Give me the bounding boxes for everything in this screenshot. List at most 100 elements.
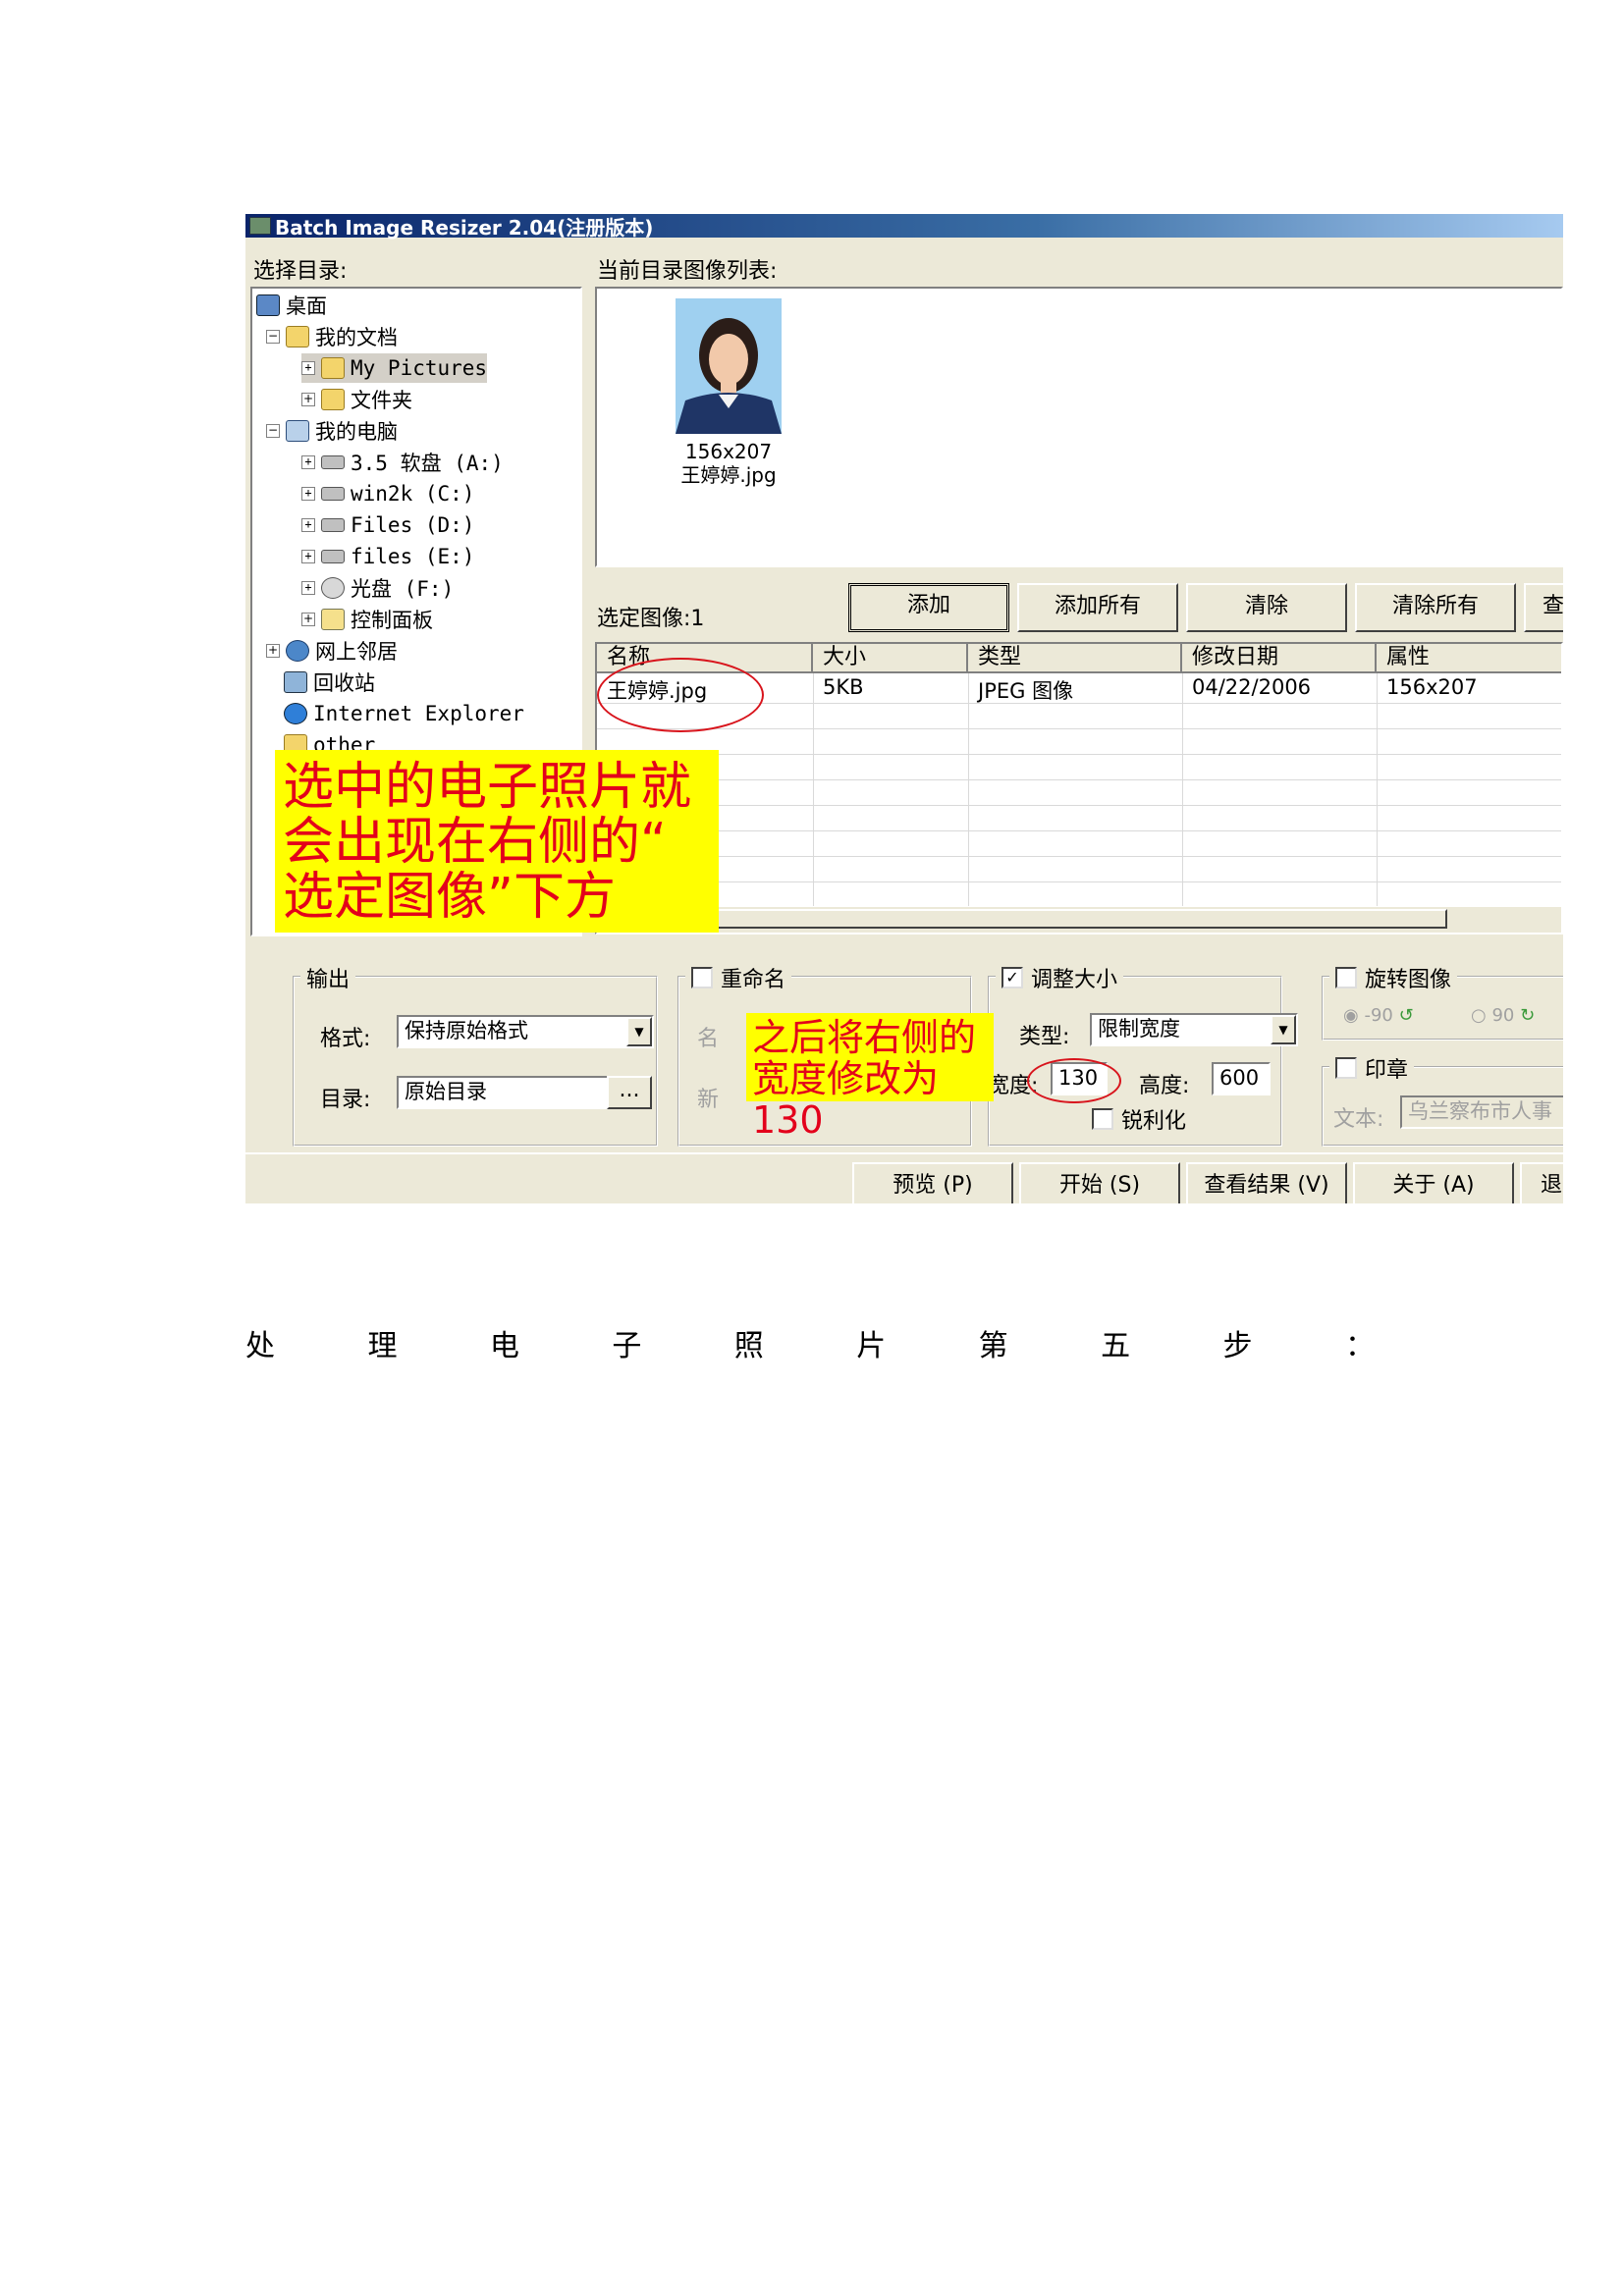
cdrom-icon xyxy=(321,577,345,599)
expand-icon[interactable]: + xyxy=(301,613,315,626)
expand-icon[interactable]: + xyxy=(301,581,315,595)
clear-button[interactable]: 清除 xyxy=(1186,583,1347,632)
rotate-option-label: -90 xyxy=(1364,1005,1393,1026)
rotate-group-title[interactable]: 旋转图像 xyxy=(1329,962,1458,993)
rotate-option-left[interactable]: ◉ -90 ↺ xyxy=(1343,1005,1414,1026)
view-button[interactable]: 查 xyxy=(1524,583,1563,632)
tree-item-recycle-bin[interactable]: 回收站 xyxy=(284,667,375,697)
rename-disabled-label: 新 xyxy=(697,1088,720,1112)
image-list-view[interactable]: 156x207 王婷婷.jpg xyxy=(595,287,1563,567)
ie-icon xyxy=(284,703,307,724)
expand-icon[interactable]: + xyxy=(301,361,315,375)
tree-item-drive-e[interactable]: + files (E:) xyxy=(301,542,474,571)
add-button[interactable]: 添加 xyxy=(848,583,1009,632)
resize-group: ✓ 调整大小 类型: 限制宽度 ▼ 宽度: 130 高度: 600 锐利化 xyxy=(988,962,1298,1147)
desktop-icon xyxy=(256,294,280,316)
collapse-icon[interactable]: − xyxy=(266,424,280,438)
grid-line xyxy=(1377,673,1378,909)
rotate-checkbox[interactable] xyxy=(1335,967,1357,988)
tree-item-label: 文件夹 xyxy=(351,389,412,412)
grid-line xyxy=(813,673,814,909)
rename-disabled-label: 名 xyxy=(697,1027,720,1051)
caption-char: 第 xyxy=(978,1329,1008,1363)
tree-item-ie[interactable]: Internet Explorer xyxy=(284,699,524,728)
browse-button[interactable]: ... xyxy=(607,1076,652,1109)
drive-icon xyxy=(321,550,345,563)
add-all-button[interactable]: 添加所有 xyxy=(1017,583,1178,632)
format-select[interactable]: 保持原始格式 ▼ xyxy=(397,1015,654,1048)
recycle-bin-icon xyxy=(284,671,307,693)
rotate-label: 旋转图像 xyxy=(1365,968,1452,992)
tree-item-my-documents[interactable]: − 我的文档 xyxy=(266,322,398,351)
floppy-icon xyxy=(321,455,345,469)
clear-all-button[interactable]: 清除所有 xyxy=(1355,583,1516,632)
rotate-group: 旋转图像 ◉ -90 ↺ ○ 90 ↻ xyxy=(1322,962,1563,1041)
highlight-ring xyxy=(597,658,764,732)
grid-line xyxy=(968,673,969,909)
tree-item-folder[interactable]: + 文件夹 xyxy=(301,385,412,414)
horizontal-scrollbar[interactable] xyxy=(597,906,1561,933)
expand-icon[interactable]: + xyxy=(301,487,315,501)
rotate-option-right[interactable]: ○ 90 ↻ xyxy=(1471,1005,1535,1026)
thumbnail[interactable] xyxy=(676,298,782,434)
expand-icon[interactable]: + xyxy=(301,455,315,469)
tree-item-floppy[interactable]: + 3.5 软盘 (A:) xyxy=(301,448,504,477)
annotation-line: 之后将右侧的 xyxy=(752,1016,977,1059)
column-header-attr[interactable]: 属性 xyxy=(1377,644,1561,673)
start-button[interactable]: 开始 (S) xyxy=(1019,1162,1180,1203)
sharpen-checkbox[interactable] xyxy=(1092,1108,1113,1130)
tree-item-network[interactable]: + 网上邻居 xyxy=(266,636,398,666)
stamp-text-input[interactable]: 乌兰察布市人事 xyxy=(1400,1095,1563,1129)
exit-button[interactable]: 退 xyxy=(1520,1162,1563,1203)
caption-char: 五 xyxy=(1101,1329,1131,1363)
sharpen-label: 锐利化 xyxy=(1121,1109,1187,1134)
grid-line xyxy=(597,728,1561,729)
tree-item-my-computer[interactable]: − 我的电脑 xyxy=(266,416,398,446)
chevron-down-icon[interactable]: ▼ xyxy=(626,1017,652,1046)
collapse-icon[interactable]: − xyxy=(266,330,280,344)
expand-icon[interactable]: + xyxy=(301,518,315,532)
resize-checkbox[interactable]: ✓ xyxy=(1001,967,1023,988)
rename-group-title[interactable]: 重命名 xyxy=(685,962,792,993)
chevron-down-icon[interactable]: ▼ xyxy=(1271,1015,1296,1044)
tree-item-cdrom[interactable]: + 光盘 (F:) xyxy=(301,573,454,603)
tree-item-control-panel[interactable]: + 控制面板 xyxy=(301,605,433,634)
tree-item-drive-c[interactable]: + win2k (C:) xyxy=(301,479,474,508)
output-group-title: 输出 xyxy=(300,962,356,993)
resize-group-title[interactable]: ✓ 调整大小 xyxy=(996,962,1124,993)
annotation-line: 选中的电子照片就 xyxy=(283,758,692,817)
expand-icon[interactable]: + xyxy=(301,393,315,406)
expand-icon[interactable]: + xyxy=(301,550,315,563)
app-icon xyxy=(249,217,271,235)
computer-icon xyxy=(286,420,309,442)
selected-images-table[interactable]: 名称 大小 类型 修改日期 属性 王婷婷.jpg 5KB JPEG 图像 04/… xyxy=(595,642,1563,934)
column-header-date[interactable]: 修改日期 xyxy=(1182,644,1377,673)
dir-label: 目录: xyxy=(320,1088,371,1112)
title-bar[interactable]: Batch Image Resizer 2.04(注册版本) xyxy=(245,214,1563,240)
column-header-type[interactable]: 类型 xyxy=(968,644,1182,673)
grid-line xyxy=(597,754,1561,755)
preview-button[interactable]: 预览 (P) xyxy=(852,1162,1013,1203)
rename-checkbox[interactable] xyxy=(691,967,713,988)
grid-line xyxy=(597,779,1561,780)
stamp-checkbox[interactable] xyxy=(1335,1057,1357,1079)
about-button[interactable]: 关于 (A) xyxy=(1353,1162,1514,1203)
annotation-line: 会出现在右侧的“ xyxy=(283,813,667,872)
cell-date: 04/22/2006 xyxy=(1192,675,1312,699)
radio-icon: ○ xyxy=(1471,1005,1487,1026)
resize-type-select[interactable]: 限制宽度 ▼ xyxy=(1090,1013,1298,1046)
tree-item-drive-d[interactable]: + Files (D:) xyxy=(301,510,474,540)
network-icon xyxy=(286,640,309,662)
tree-item-my-pictures[interactable]: + My Pictures xyxy=(301,353,488,383)
scrollbar-thumb[interactable] xyxy=(623,909,1447,929)
expand-icon[interactable]: + xyxy=(266,644,280,658)
thumbnail-filename: 王婷婷.jpg xyxy=(680,463,777,487)
tree-item-desktop[interactable]: 桌面 xyxy=(256,291,327,320)
column-header-size[interactable]: 大小 xyxy=(813,644,968,673)
sharpen-option[interactable]: 锐利化 xyxy=(1092,1103,1186,1135)
tree-item-label: My Pictures xyxy=(351,356,488,380)
stamp-group-title[interactable]: 印章 xyxy=(1329,1052,1415,1084)
rotate-left-icon: ↺ xyxy=(1398,1005,1414,1026)
view-result-button[interactable]: 查看结果 (V) xyxy=(1186,1162,1347,1203)
height-input[interactable]: 600 xyxy=(1212,1062,1271,1095)
